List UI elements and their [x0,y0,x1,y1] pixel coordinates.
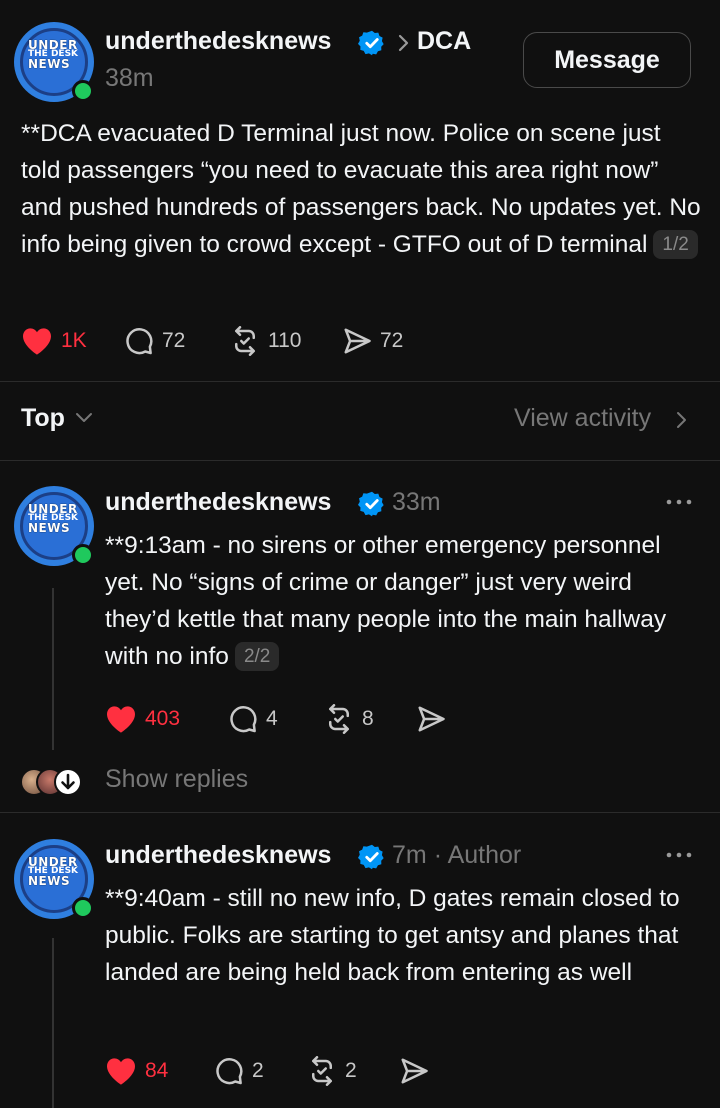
avatar[interactable]: UNDER THE DESK NEWS [14,486,94,566]
verified-badge-icon [358,844,384,870]
repost-button[interactable]: 8 [324,702,374,736]
thread-line [52,938,54,1108]
reply-username[interactable]: underthedesknews [105,488,331,517]
repost-icon [329,704,349,734]
avatar[interactable]: UNDER THE DESK NEWS [14,22,94,102]
repost-button[interactable]: 110 [230,324,301,358]
view-activity-link[interactable]: View activity [514,404,651,433]
message-button[interactable]: Message [523,32,691,88]
avatar-logo: UNDER THE DESK NEWS [28,39,80,71]
expand-replies-icon [54,768,82,796]
avatar[interactable]: UNDER THE DESK NEWS [14,839,94,919]
verified-badge-icon [358,491,384,517]
heart-icon [107,1058,135,1085]
reply-time: 7m · Author [392,841,521,870]
like-count: 84 [145,1059,169,1082]
thread-line [52,588,54,750]
reply-count: 72 [162,329,186,352]
more-options-icon[interactable] [666,852,692,858]
avatar-logo-line: NEWS [28,57,71,71]
post-username[interactable]: underthedesknews [105,27,331,56]
chevron-down-icon [76,413,92,422]
post-time: 38m [105,64,154,92]
sort-dropdown[interactable]: Top [21,404,65,433]
repost-button[interactable]: 2 [307,1054,357,1088]
show-replies-link[interactable]: Show replies [105,765,248,794]
reply-count: 2 [252,1059,264,1082]
reply-username[interactable]: underthedesknews [105,841,331,870]
reply-button[interactable]: 2 [214,1054,264,1088]
reply-text: **9:40am - still no new info, D gates re… [105,880,695,991]
reply-text-content: **9:13am - no sirens or other emergency … [105,532,667,670]
share-button[interactable]: 72 [342,324,403,358]
avatar-logo: UNDER THE DESK NEWS [28,856,80,888]
avatar-logo-line: NEWS [28,521,71,535]
repost-icon [235,326,255,356]
share-count: 72 [380,329,404,352]
send-icon [418,706,445,732]
reply-button[interactable]: 72 [124,324,185,358]
verified-badge-icon [358,30,384,56]
online-status-dot [72,544,94,566]
share-button[interactable] [399,1054,429,1088]
post-text-content: **DCA evacuated D Terminal just now. Pol… [21,120,701,258]
reply-button[interactable]: 4 [228,702,278,736]
chevron-right-icon [677,412,686,428]
like-button[interactable]: 84 [105,1054,168,1088]
online-status-dot [72,80,94,102]
repost-count: 110 [268,329,302,352]
reply-text-content: **9:40am - still no new info, D gates re… [105,885,680,986]
send-icon [401,1058,428,1084]
repost-icon [312,1056,332,1086]
reply-time-value: 7m [392,841,427,869]
like-count: 403 [145,707,181,730]
heart-icon [23,328,51,355]
reply-text: **9:13am - no sirens or other emergency … [105,527,695,675]
comment-icon [126,328,153,355]
community-link[interactable]: DCA [417,27,471,56]
send-icon [344,328,371,354]
post-text: **DCA evacuated D Terminal just now. Pol… [21,115,701,263]
repost-count: 8 [362,707,374,730]
avatar-logo-line: NEWS [28,874,71,888]
divider [0,381,720,382]
repost-count: 2 [345,1059,357,1082]
reply-time: 33m [392,488,441,516]
divider [0,812,720,813]
more-options-icon[interactable] [666,499,692,505]
divider [0,460,720,461]
share-button[interactable] [416,702,446,736]
comment-icon [230,706,257,733]
thread-index-pill: 2/2 [234,642,280,671]
heart-icon [107,706,135,733]
reply-count: 4 [266,707,278,730]
avatar-logo: UNDER THE DESK NEWS [28,503,80,535]
author-tag: · Author [433,841,522,869]
thread-index-pill: 1/2 [653,230,698,259]
like-button[interactable]: 1K [21,324,87,358]
comment-icon [216,1058,243,1085]
like-count: 1K [61,329,87,352]
chevron-right-icon [398,34,409,52]
like-button[interactable]: 403 [105,702,180,736]
online-status-dot [72,897,94,919]
reply-avatars[interactable] [20,766,88,798]
